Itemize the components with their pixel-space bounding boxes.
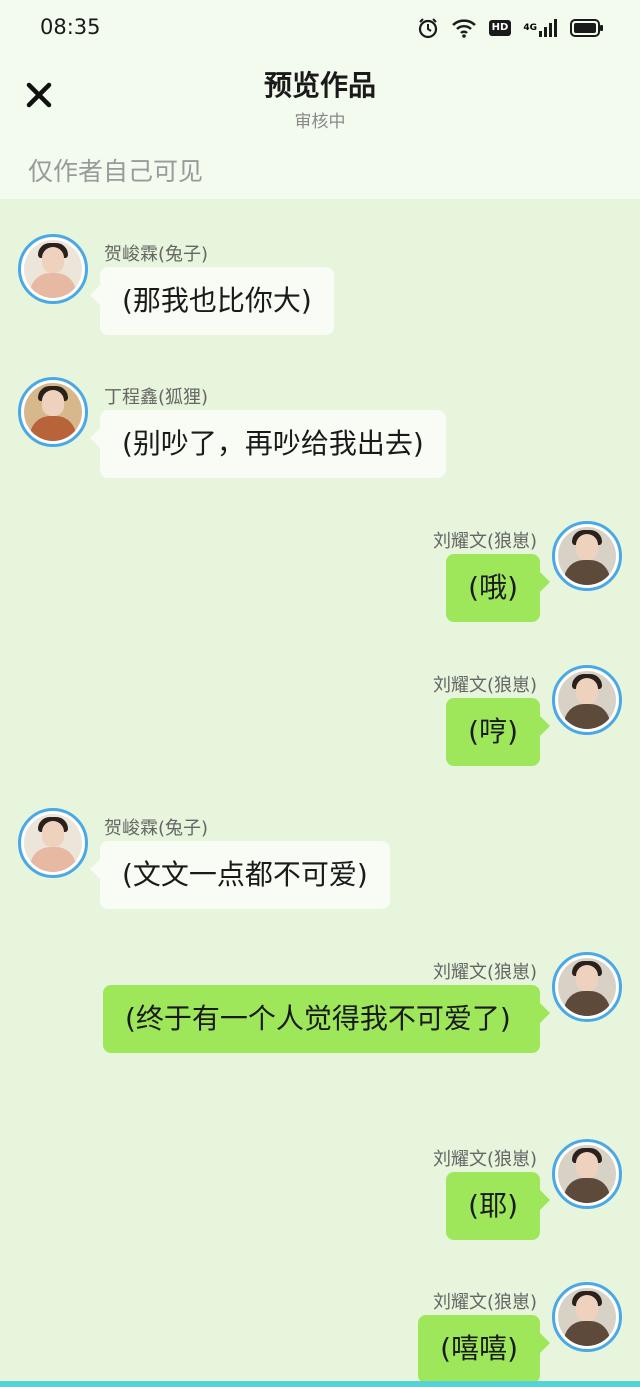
header-area: 08:35 HD 4G 预览作品 审核中 仅作者自己可见 bbox=[0, 0, 640, 199]
wifi-icon bbox=[451, 17, 477, 39]
chat-message: 刘耀文(狼崽) (耶) bbox=[0, 1139, 640, 1249]
chat-message: 刘耀文(狼崽) (终于有一个人觉得我不可爱了) bbox=[0, 952, 640, 1102]
sender-name: 刘耀文(狼崽) bbox=[432, 531, 537, 552]
chat-message: 刘耀文(狼崽) (嘻嘻) bbox=[0, 1282, 640, 1387]
hd-icon: HD bbox=[488, 20, 512, 36]
avatar[interactable] bbox=[552, 952, 622, 1022]
signal-4g-icon: 4G bbox=[523, 18, 558, 38]
message-bubble[interactable]: (文文一点都不可爱) bbox=[90, 841, 390, 909]
avatar[interactable] bbox=[552, 1139, 622, 1209]
sender-name: 贺峻霖(兔子) bbox=[104, 244, 209, 265]
message-bubble[interactable]: (哦) bbox=[446, 554, 550, 622]
bottom-indicator bbox=[0, 1381, 640, 1387]
avatar[interactable] bbox=[18, 377, 88, 447]
status-icons: HD 4G bbox=[417, 14, 604, 42]
page-title: 预览作品 bbox=[263, 69, 376, 102]
status-bar: 08:35 HD 4G bbox=[0, 0, 640, 56]
avatar[interactable] bbox=[18, 808, 88, 878]
avatar[interactable] bbox=[552, 521, 622, 591]
avatar[interactable] bbox=[18, 234, 88, 304]
sender-name: 贺峻霖(兔子) bbox=[104, 818, 209, 839]
message-bubble[interactable]: (耶) bbox=[446, 1172, 550, 1240]
status-time: 08:35 bbox=[40, 15, 101, 39]
battery-icon bbox=[570, 18, 604, 38]
sender-name: 丁程鑫(狐狸) bbox=[104, 387, 209, 408]
visibility-note: 仅作者自己可见 bbox=[28, 157, 204, 186]
chat-message: 贺峻霖(兔子) (那我也比你大) bbox=[0, 234, 640, 344]
alarm-icon bbox=[417, 17, 439, 39]
message-bubble[interactable]: (终于有一个人觉得我不可爱了) bbox=[103, 985, 550, 1053]
sender-name: 刘耀文(狼崽) bbox=[432, 675, 537, 696]
sender-name: 刘耀文(狼崽) bbox=[432, 1149, 537, 1170]
avatar[interactable] bbox=[552, 1282, 622, 1352]
message-bubble[interactable]: (哼) bbox=[446, 698, 550, 766]
chat-message: 贺峻霖(兔子) (文文一点都不可爱) bbox=[0, 808, 640, 918]
chat-message: 丁程鑫(狐狸) (别吵了，再吵给我出去) bbox=[0, 377, 640, 487]
message-bubble[interactable]: (那我也比你大) bbox=[90, 267, 334, 335]
review-status: 审核中 bbox=[294, 112, 346, 132]
message-bubble[interactable]: (嘻嘻) bbox=[418, 1315, 550, 1383]
sender-name: 刘耀文(狼崽) bbox=[432, 962, 537, 983]
chat-message: 刘耀文(狼崽) (哼) bbox=[0, 665, 640, 775]
message-bubble[interactable]: (别吵了，再吵给我出去) bbox=[90, 410, 446, 478]
avatar[interactable] bbox=[552, 665, 622, 735]
sender-name: 刘耀文(狼崽) bbox=[432, 1292, 537, 1313]
chat-message: 刘耀文(狼崽) (哦) bbox=[0, 521, 640, 631]
